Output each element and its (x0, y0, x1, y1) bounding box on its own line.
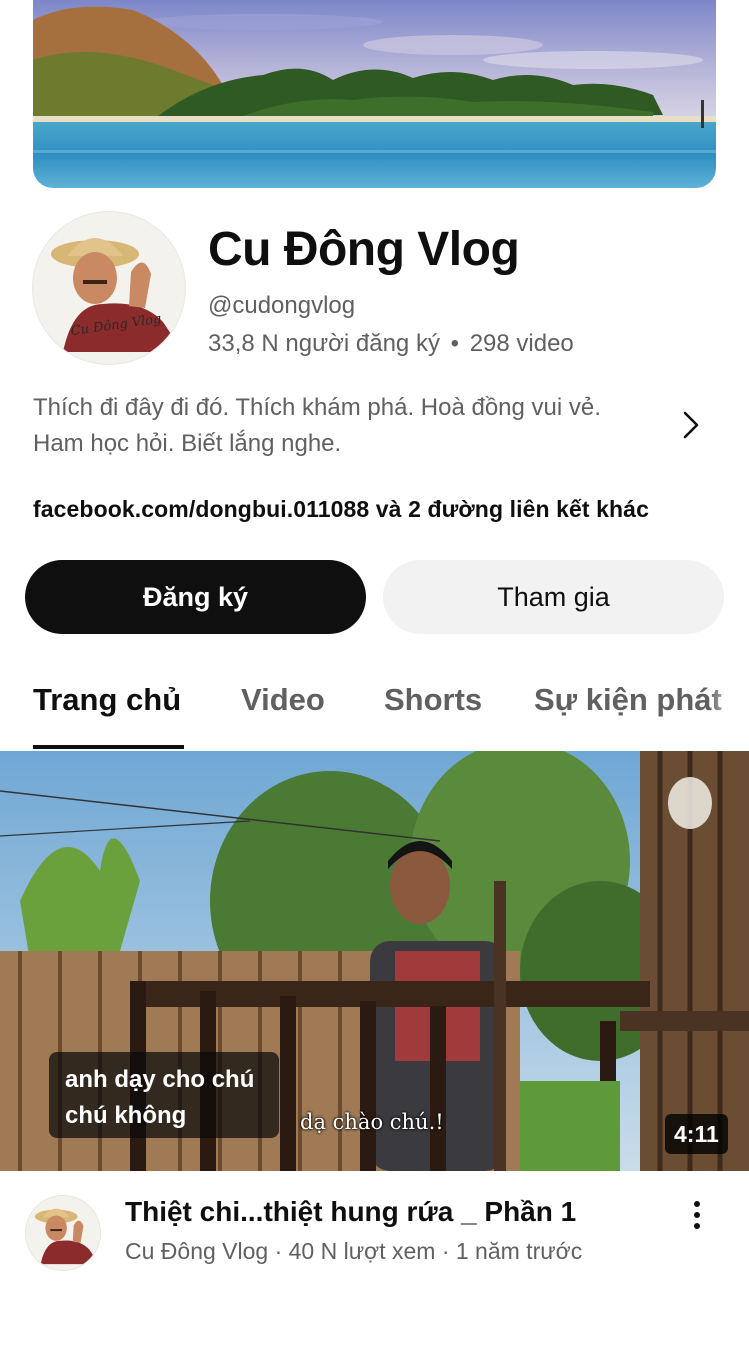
channel-avatar[interactable]: Cu Đông Vlog (33, 212, 185, 364)
subscriber-count: 33,8 N người đăng ký (208, 330, 440, 357)
video-count: 298 video (469, 330, 574, 357)
seascape-banner-image (33, 0, 716, 188)
video-title[interactable]: Thiệt chi...thiệt hung rứa _ Phần 1 (125, 1196, 576, 1228)
channel-description[interactable]: Thích đi đây đi đó. Thích khám phá. Hoà … (33, 390, 653, 462)
caption-line: chú không (65, 1102, 187, 1129)
subscribe-button[interactable]: Đăng ký (25, 560, 366, 634)
channel-tabs: Trang chủ Video Shorts Sự kiện phát (0, 660, 749, 752)
duration-badge: 4:11 (665, 1114, 728, 1154)
channel-links[interactable]: facebook.com/dongbui.011088 và 2 đường l… (33, 496, 649, 523)
tabs-fade (709, 660, 749, 752)
channel-name: Cu Đông Vlog (208, 223, 520, 276)
tab-live[interactable]: Sự kiện phát (534, 682, 722, 718)
tab-shorts[interactable]: Shorts (384, 682, 482, 718)
description-line: Thích đi đây đi đó. Thích khám phá. Hoà … (33, 394, 601, 421)
tab-videos[interactable]: Video (241, 682, 325, 718)
tab-home[interactable]: Trang chủ (33, 682, 181, 718)
video-channel-avatar[interactable] (26, 1196, 100, 1270)
join-button[interactable]: Tham gia (383, 560, 724, 634)
caption-line: anh dạy cho chú (65, 1066, 255, 1093)
video-meta: Cu Đông Vlog · 40 N lượt xem · 1 năm trư… (125, 1238, 583, 1264)
chevron-right-icon[interactable] (676, 405, 706, 445)
stats-separator: • (450, 330, 460, 357)
channel-avatar-image (26, 1196, 100, 1270)
more-vertical-icon[interactable] (684, 1198, 710, 1232)
subtitle-caption: anh dạy cho chú chú không (49, 1052, 279, 1138)
channel-stats: 33,8 N người đăng ký • 298 video (208, 330, 574, 358)
thumbnail-overlay-text: dạ chào chú.! (300, 1110, 444, 1134)
active-tab-indicator (33, 745, 184, 749)
channel-banner (33, 0, 716, 188)
channel-avatar-image: Cu Đông Vlog (33, 212, 185, 364)
channel-handle: @cudongvlog (208, 292, 356, 319)
description-line: Ham học hỏi. Biết lắng nghe. (33, 430, 342, 457)
